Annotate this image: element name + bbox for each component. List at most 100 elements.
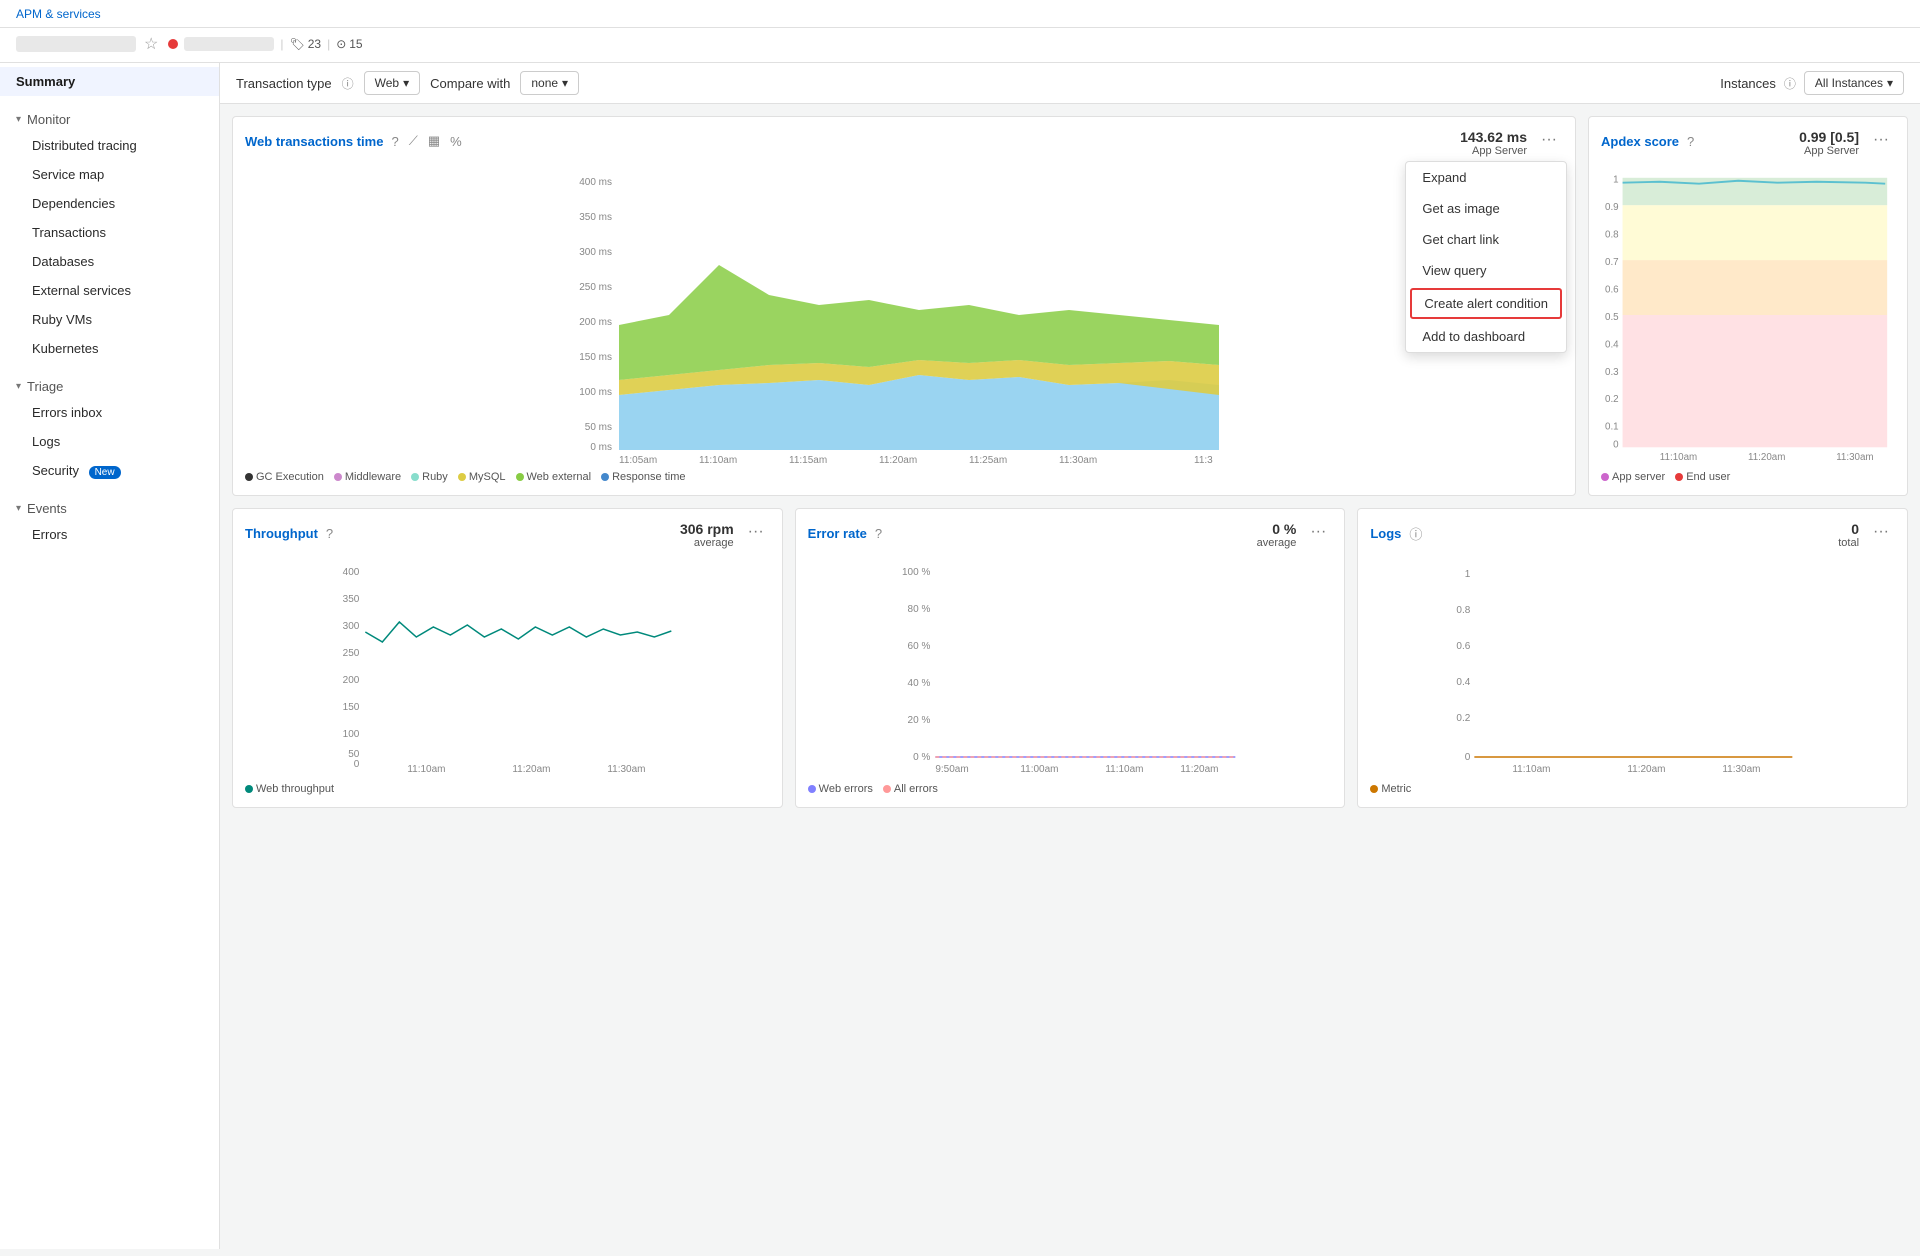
sidebar-triage-section: ▾ Triage Errors inbox Logs Security New <box>0 367 219 489</box>
web-transactions-help-icon[interactable]: ? <box>389 132 400 151</box>
logs-card: Logs ⓘ 0 total ··· 1 0.8 <box>1357 508 1908 808</box>
sidebar-item-kubernetes[interactable]: Kubernetes <box>16 334 219 363</box>
sidebar-item-distributed-tracing[interactable]: Distributed tracing <box>16 131 219 160</box>
svg-text:0 %: 0 % <box>913 752 930 763</box>
error-rate-header: Error rate ? 0 % average ··· <box>808 521 1333 549</box>
svg-text:0 ms: 0 ms <box>590 442 612 453</box>
svg-text:0.8: 0.8 <box>1457 605 1471 616</box>
menu-item-expand[interactable]: Expand <box>1406 162 1566 193</box>
error-rate-help-icon[interactable]: ? <box>873 524 884 543</box>
apdex-svg: 1 0.9 0.8 0.7 0.6 0.5 0.4 0.3 0.2 0.1 0 <box>1601 165 1895 465</box>
apdex-chart-container: 1 0.9 0.8 0.7 0.6 0.5 0.4 0.3 0.2 0.1 0 <box>1601 165 1895 465</box>
apdex-subtitle: App Server <box>1799 145 1859 157</box>
menu-item-create-alert[interactable]: Create alert condition <box>1410 288 1562 319</box>
svg-text:0.5: 0.5 <box>1605 312 1619 323</box>
svg-text:11:20am: 11:20am <box>1748 452 1785 463</box>
svg-text:11:20am: 11:20am <box>879 455 917 465</box>
sidebar-item-summary[interactable]: Summary <box>0 67 219 96</box>
transaction-type-dropdown[interactable]: Web ▾ <box>364 71 421 95</box>
svg-text:11:10am: 11:10am <box>1105 764 1143 775</box>
throughput-meta: 306 rpm average <box>680 521 734 549</box>
legend-item-mysql: MySQL <box>458 471 506 483</box>
svg-text:40 %: 40 % <box>907 678 930 689</box>
error-rate-card: Error rate ? 0 % average ··· 100 % 8 <box>795 508 1346 808</box>
svg-text:0.4: 0.4 <box>1605 339 1619 350</box>
events-label: Events <box>27 501 67 516</box>
monitor-label: Monitor <box>27 112 70 127</box>
logs-more-button[interactable]: ··· <box>1867 521 1895 543</box>
breadcrumb-link[interactable]: APM & services <box>16 7 101 21</box>
bottom-charts-grid: Throughput ? 306 rpm average ··· 400 <box>220 508 1920 820</box>
sidebar-item-transactions[interactable]: Transactions <box>16 218 219 247</box>
svg-text:150 ms: 150 ms <box>579 352 612 363</box>
sidebar-monitor-items: Distributed tracing Service map Dependen… <box>0 131 219 363</box>
tag-icon: 🏷 <box>289 37 304 51</box>
sidebar-events-header[interactable]: ▾ Events <box>0 493 219 520</box>
throughput-help-icon[interactable]: ? <box>324 524 335 543</box>
instances-info-icon[interactable]: ⓘ <box>1784 75 1796 92</box>
legend-item-response-time: Response time <box>601 471 685 483</box>
error-rate-more-button[interactable]: ··· <box>1304 521 1332 543</box>
web-transactions-line-chart-icon[interactable]: ⟋ <box>407 131 420 151</box>
web-transactions-percent-icon[interactable]: % <box>448 132 464 151</box>
legend-item-gc: GC Execution <box>245 471 324 483</box>
sidebar-monitor-header[interactable]: ▾ Monitor <box>0 104 219 131</box>
svg-text:11:30am: 11:30am <box>1059 455 1097 465</box>
logs-info-icon[interactable]: ⓘ <box>1407 522 1424 545</box>
svg-text:0.9: 0.9 <box>1605 202 1619 213</box>
toolbar-left: Transaction type ⓘ Web ▾ Compare with no… <box>236 71 1704 95</box>
menu-item-add-dashboard[interactable]: Add to dashboard <box>1406 321 1566 352</box>
throughput-more-button[interactable]: ··· <box>742 521 770 543</box>
sidebar-events-items: Errors <box>0 520 219 549</box>
sidebar-triage-header[interactable]: ▾ Triage <box>0 371 219 398</box>
sidebar-item-ruby-vms[interactable]: Ruby VMs <box>16 305 219 334</box>
error-rate-chart-container: 100 % 80 % 60 % 40 % 20 % 0 % 9:50am 11:… <box>808 557 1333 777</box>
sidebar-item-dependencies[interactable]: Dependencies <box>16 189 219 218</box>
apdex-more-button[interactable]: ··· <box>1867 129 1895 151</box>
compare-with-dropdown[interactable]: none ▾ <box>520 71 579 95</box>
menu-item-get-image[interactable]: Get as image <box>1406 193 1566 224</box>
error-rate-title: Error rate ? <box>808 524 884 543</box>
sidebar-item-security[interactable]: Security New <box>16 456 219 485</box>
instances-dropdown[interactable]: All Instances ▾ <box>1804 71 1904 95</box>
legend-label-web-external: Web external <box>527 471 592 483</box>
favorite-icon[interactable]: ☆ <box>144 34 158 54</box>
menu-item-view-query[interactable]: View query <box>1406 255 1566 286</box>
sidebar-item-external-services[interactable]: External services <box>16 276 219 305</box>
compare-with-label: Compare with <box>430 76 510 91</box>
sidebar-item-errors[interactable]: Errors <box>16 520 219 549</box>
legend-item-ruby: Ruby <box>411 471 448 483</box>
legend-label-ruby: Ruby <box>422 471 448 483</box>
svg-text:300: 300 <box>343 621 360 632</box>
legend-label-app-server: App server <box>1612 471 1665 483</box>
service-name-placeholder <box>16 36 136 52</box>
legend-dot-all-errors <box>883 785 891 793</box>
apdex-help-icon[interactable]: ? <box>1685 132 1696 151</box>
legend-dot-middleware <box>334 473 342 481</box>
svg-text:100 ms: 100 ms <box>579 387 612 398</box>
events-chevron-icon: ▾ <box>16 503 21 514</box>
sidebar-summary-section: Summary <box>0 63 219 100</box>
svg-text:11:3: 11:3 <box>1194 455 1213 465</box>
transaction-type-info-icon[interactable]: ⓘ <box>342 75 354 92</box>
svg-text:11:20am: 11:20am <box>1180 764 1218 775</box>
menu-item-chart-link[interactable]: Get chart link <box>1406 224 1566 255</box>
triage-chevron-icon: ▾ <box>16 381 21 392</box>
web-transactions-more-button[interactable]: ··· <box>1535 129 1563 151</box>
svg-text:0: 0 <box>1613 439 1619 450</box>
legend-item-app-server: App server <box>1601 471 1665 483</box>
logs-chart-container: 1 0.8 0.6 0.4 0.2 0 11:10am 11:20am 11:3… <box>1370 557 1895 777</box>
service-header: ☆ | 🏷 23 | ⊙ 15 <box>0 28 1920 63</box>
web-transactions-value: 143.62 ms <box>1460 129 1527 145</box>
web-transactions-bar-chart-icon[interactable]: ▦ <box>426 131 442 151</box>
sidebar-item-logs[interactable]: Logs <box>16 427 219 456</box>
apdex-title: Apdex score ? <box>1601 132 1696 151</box>
web-transactions-title: Web transactions time ? ⟋ ▦ % <box>245 131 464 151</box>
sidebar-item-databases[interactable]: Databases <box>16 247 219 276</box>
sidebar-item-service-map[interactable]: Service map <box>16 160 219 189</box>
svg-text:11:10am: 11:10am <box>407 764 445 775</box>
svg-text:0: 0 <box>1465 752 1471 763</box>
legend-label-web-errors: Web errors <box>819 783 873 795</box>
sidebar-item-errors-inbox[interactable]: Errors inbox <box>16 398 219 427</box>
new-badge: New <box>89 466 121 479</box>
